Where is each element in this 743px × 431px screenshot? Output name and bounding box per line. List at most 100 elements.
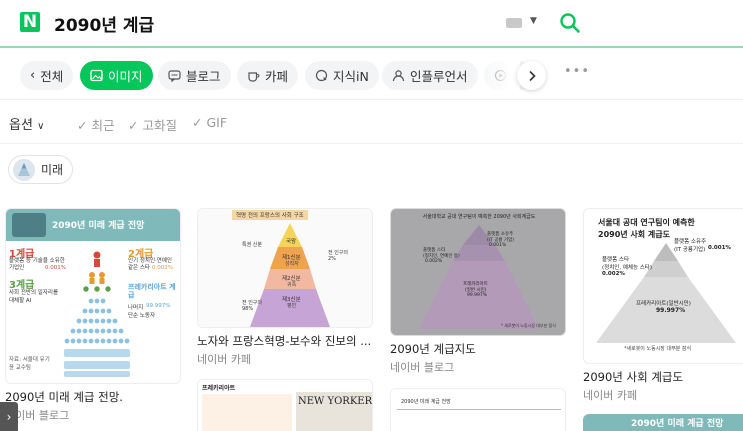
- result-title[interactable]: 2090년 사회 계급도: [583, 369, 743, 385]
- image-result-card[interactable]: 서울대 공대 연구팀이 예측한 2090년 사회 계급도 플랫폼 소유주 (IT…: [583, 208, 743, 403]
- chevron-down-icon[interactable]: ▼: [530, 16, 537, 26]
- search-query[interactable]: 2090년 계급: [54, 11, 154, 36]
- tab-label: 지식iN: [333, 69, 369, 84]
- image-heading: 혁명 전의 프랑스의 사회 구조: [232, 210, 308, 220]
- person-icon: [392, 70, 405, 82]
- tier-pct: 0.001%: [489, 243, 507, 248]
- image-result-card[interactable]: 2090년 미래 계급 전망: [583, 414, 743, 431]
- more-icon[interactable]: •••: [564, 64, 590, 79]
- tier-pct: 0.002%: [425, 259, 443, 264]
- result-title[interactable]: 2090년 미래 계급 전망.: [5, 389, 181, 405]
- filter-label: GIF: [206, 115, 228, 130]
- chip-label: 미래: [41, 163, 64, 177]
- source-note: * 새로봇이 노동시장 대부분 잠식: [501, 323, 556, 328]
- result-source[interactable]: 네이버 블로그: [390, 359, 566, 375]
- image-heading: 2090년 미래 계급 전망: [631, 419, 724, 429]
- tab-blog[interactable]: 블로그: [158, 61, 231, 90]
- tabs-next-button[interactable]: [517, 61, 546, 90]
- tier-pct: 0.002%: [602, 271, 625, 277]
- image-heading: 2090년 미래 계급 전망: [401, 399, 451, 405]
- tier-label: 프레카리아트 계급: [128, 283, 176, 300]
- tier-name: 플랫폼 소유주: [674, 239, 707, 245]
- search-tabs: ‹ 전체 이미지 블로그 카페 지식iN 인플루언서 동 •••: [0, 50, 743, 100]
- side-label: 전 인구의 98%: [242, 300, 262, 312]
- tier-sub: 성직자: [285, 261, 299, 267]
- tab-kin[interactable]: 지식iN: [305, 61, 379, 90]
- filter-options: 옵션 ∨ ✓ 최근 ✓ 고화질 ✓ GIF: [0, 101, 743, 144]
- magazine-title: NEW YORKER: [298, 396, 373, 407]
- side-label: 전 인구의 2%: [328, 250, 348, 262]
- result-source[interactable]: 네이버 카페: [583, 387, 743, 403]
- options-dropdown[interactable]: 옵션 ∨: [9, 114, 44, 133]
- people-pyramid: [64, 251, 130, 377]
- tab-label: 인플루언서: [410, 69, 468, 84]
- image-result-card[interactable]: 서울대학교 공대 연구팀이 예측한 2090년 사회계급도 플랫폼 소유주 (I…: [390, 208, 566, 375]
- keyboard-icon[interactable]: [506, 18, 522, 28]
- source-note: *새로봇이 노동시장 대부분 잠식: [624, 346, 692, 352]
- pyramid-graphic: [419, 225, 539, 329]
- tier-pct: 99.997%: [146, 303, 171, 309]
- tab-all[interactable]: ‹ 전체: [20, 61, 74, 90]
- filter-hd[interactable]: ✓ 고화질: [128, 115, 177, 134]
- naver-logo[interactable]: N: [20, 12, 40, 32]
- tier-desc: 사회 전반의 일자리를 대체할 AI: [9, 290, 59, 304]
- tab-label: 전체: [40, 69, 64, 84]
- chevron-left-icon: ‹: [30, 68, 36, 83]
- image-banner: 2090년 미래 계급 전망: [6, 209, 180, 241]
- coffee-cup-icon: [248, 72, 260, 82]
- tier-sub: 단순 노동자: [128, 313, 156, 319]
- tab-influencer[interactable]: 인플루언서: [382, 61, 478, 90]
- filter-label: 고화질: [142, 118, 177, 133]
- tier-sub: (정치인, 예체능 스타): [602, 265, 653, 271]
- image-heading: 서울대학교 공대 연구팀이 예측한 2090년 사회계급도: [422, 214, 536, 220]
- side-label: 특권 신분: [242, 242, 262, 248]
- result-source[interactable]: 네이버 카페: [197, 351, 373, 367]
- filter-gif[interactable]: ✓ GIF: [192, 115, 227, 130]
- image-result-card[interactable]: 2090년 미래 계급 전망 1계급 플랫폼 등 기술을 소유한 기업인 0.0…: [5, 208, 181, 423]
- tier-name: 국왕: [286, 239, 297, 245]
- tier-pct: 0.002%: [152, 265, 173, 271]
- result-image[interactable]: 혁명 전의 프랑스의 사회 구조 국왕 제1신분 성직자 제2신분 귀족 제3신…: [197, 208, 373, 328]
- search-icon[interactable]: [558, 11, 582, 35]
- scroll-next-button[interactable]: ›: [0, 402, 18, 431]
- related-keyword-chip[interactable]: 미래: [8, 155, 74, 184]
- options-label: 옵션: [9, 118, 33, 133]
- tier-sub: (IT 공룡기업): [674, 247, 706, 253]
- tier-pct: 99.997%: [467, 293, 488, 298]
- image-heading: 프레카리아트: [202, 385, 236, 392]
- image-result-card[interactable]: 프레카리아트 NEW YORKER: [197, 379, 373, 431]
- result-image[interactable]: 2090년 미래 계급 전망: [390, 388, 566, 431]
- image-heading: 2090년 사회 계급도: [598, 230, 670, 239]
- result-image[interactable]: 서울대학교 공대 연구팀이 예측한 2090년 사회계급도 플랫폼 소유주 (I…: [390, 208, 566, 336]
- result-image[interactable]: 2090년 미래 계급 전망 1계급 플랫폼 등 기술을 소유한 기업인 0.0…: [5, 208, 181, 384]
- chevron-down-icon: ∨: [37, 121, 45, 132]
- tab-images[interactable]: 이미지: [80, 61, 153, 90]
- image-result-card[interactable]: 2090년 미래 계급 전망: [390, 388, 566, 431]
- image-heading: 서울대 공대 연구팀이 예측한: [598, 218, 695, 227]
- chevron-right-icon: [528, 70, 536, 81]
- tier-name: 플랫폼 스타: [602, 257, 630, 263]
- tier-pct: 99.997%: [656, 307, 686, 314]
- chip-thumbnail: [13, 158, 35, 181]
- result-source[interactable]: 네이버 블로그: [5, 407, 181, 423]
- filter-recent[interactable]: ✓ 최근: [77, 115, 114, 134]
- image-icon: [90, 69, 103, 82]
- result-title[interactable]: 2090년 계급지도: [390, 341, 566, 357]
- image-result-card[interactable]: 혁명 전의 프랑스의 사회 구조 국왕 제1신분 성직자 제2신분 귀족 제3신…: [197, 208, 373, 367]
- q-circle-icon: [315, 69, 328, 82]
- result-image[interactable]: 2090년 미래 계급 전망: [583, 414, 743, 431]
- search-header: N 2090년 계급 ▼: [0, 0, 743, 48]
- result-image[interactable]: 서울대 공대 연구팀이 예측한 2090년 사회 계급도 플랫폼 소유주 (IT…: [583, 208, 743, 364]
- filter-label: 최근: [91, 118, 115, 133]
- tab-cafe[interactable]: 카페: [237, 61, 299, 90]
- tab-label: 이미지: [108, 69, 143, 84]
- tier-name: 프레카리아트(일반시민): [636, 301, 691, 307]
- source-note: 자료: 서울대 유기윤 교수팀: [9, 357, 50, 371]
- tier-pct: 0.001%: [708, 245, 731, 251]
- tab-label: 블로그: [186, 69, 221, 84]
- tab-label: 카페: [265, 69, 289, 84]
- result-image[interactable]: 프레카리아트 NEW YORKER: [197, 379, 373, 431]
- result-title[interactable]: 노자와 프랑스혁명-보수와 진보의 ...: [197, 333, 373, 349]
- tier-sub: 평민: [287, 303, 297, 309]
- speech-bubble-icon: [168, 70, 181, 82]
